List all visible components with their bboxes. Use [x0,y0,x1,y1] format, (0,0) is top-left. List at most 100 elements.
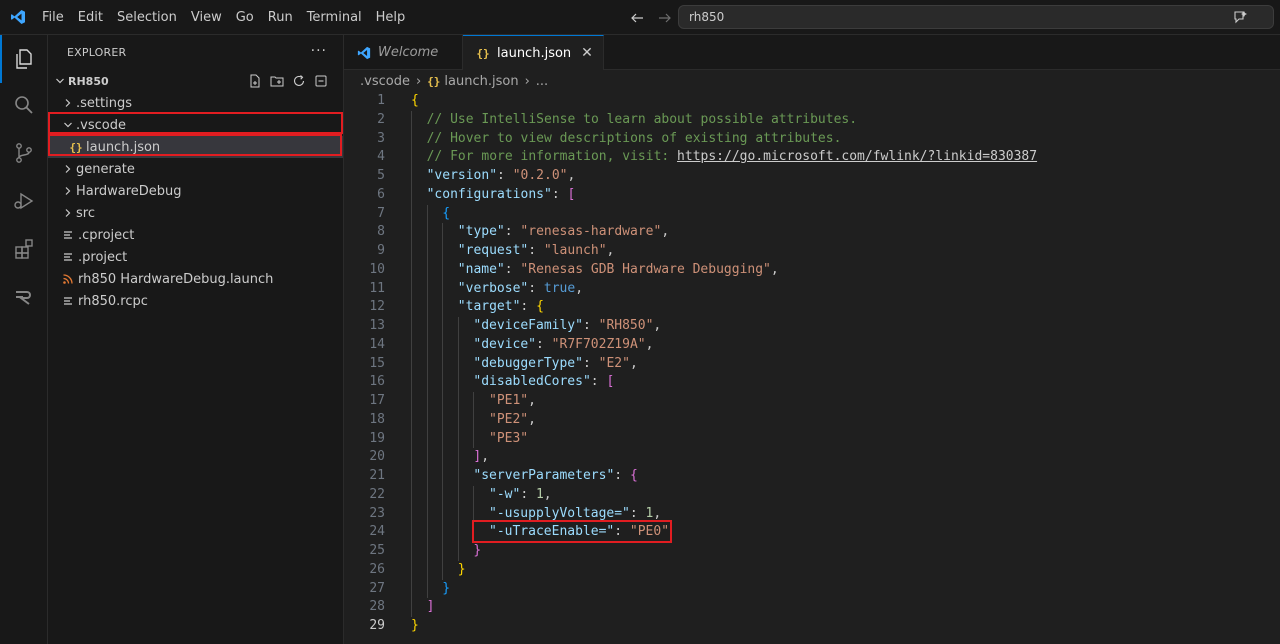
code-line[interactable]: 3 // Hover to view descriptions of existi… [344,129,1280,149]
indent-guide [457,373,459,392]
source-control-icon[interactable] [0,129,48,177]
explorer-sidebar: EXPLORER ··· RH850 .settings .vscode {} … [48,35,344,644]
tree-file-hardwaredebug-launch[interactable]: rh850 HardwareDebug.launch [48,268,343,290]
indent-guide [426,429,428,449]
menu-run[interactable]: Run [261,0,300,35]
code-line[interactable]: 10 "name": "Renesas GDB Hardware Debuggin… [344,260,1280,280]
tree-folder-generate[interactable]: generate [48,158,343,180]
menu-selection[interactable]: Selection [110,0,184,35]
code-line[interactable]: 21 "serverParameters": { [344,467,1280,486]
indent-guide [457,410,459,430]
indent-guide [442,354,444,374]
breadcrumb-item[interactable]: launch.json [444,74,518,89]
code-line[interactable]: 11 "verbose": true, [344,279,1280,299]
code-line[interactable]: 25} [344,542,1280,561]
new-folder-icon[interactable] [269,73,285,89]
code-line[interactable]: 15 "debuggerType": "E2", [344,354,1280,374]
indent-guide [426,542,428,561]
code-line[interactable]: 8 "type": "renesas-hardware", [344,223,1280,242]
code-line[interactable]: 24 "-uTraceEnable=": "PE0" [344,523,1280,542]
tree-folder-src[interactable]: src [48,202,343,224]
tree-file-launch-json[interactable]: {} launch.json [48,136,343,158]
code-line[interactable]: 18 "PE2", [344,410,1280,430]
code-line[interactable]: 5 "version": "0.2.0", [344,167,1280,186]
code-text: "type": "renesas-hardware", [457,224,670,240]
code-line[interactable]: 12 "target": { [344,298,1280,317]
forward-arrow-icon[interactable] [656,9,674,27]
chevron-right-icon [60,95,76,111]
tree-file-project[interactable]: .project [48,246,343,268]
tree-folder-vscode[interactable]: .vscode [48,114,343,136]
menu-file[interactable]: File [35,0,71,35]
tree-folder-settings[interactable]: .settings [48,92,343,114]
chevron-right-icon: › [524,73,530,89]
code-line[interactable]: 9 "request": "launch", [344,242,1280,261]
code-text: // Use IntelliSense to learn about possi… [426,111,858,127]
menu-go[interactable]: Go [229,0,261,35]
search-icon[interactable] [0,81,48,129]
tree-item-label: .project [78,249,128,265]
tree-item-label: .cproject [78,227,135,243]
vscode-logo-icon[interactable] [0,0,35,35]
code-line[interactable]: 7{ [344,204,1280,224]
code-line[interactable]: 16 "disabledCores": [ [344,373,1280,392]
indent-guide [411,317,412,336]
code-editor[interactable]: 1{2// Use IntelliSense to learn about po… [344,92,1280,636]
code-text: } [473,543,482,558]
close-icon[interactable]: ✕ [581,45,593,61]
chevron-down-icon [52,73,68,89]
code-line[interactable]: 26} [344,560,1280,580]
menu-edit[interactable]: Edit [71,0,110,35]
tab-label: Welcome [378,45,439,60]
code-line[interactable]: 1{ [344,92,1280,111]
code-line[interactable]: 14 "device": "R7F702Z19A", [344,335,1280,355]
menu-help[interactable]: Help [369,0,413,35]
code-line[interactable]: 2 // Use IntelliSense to learn about poss… [344,110,1280,130]
tree-root-rh850[interactable]: RH850 [48,70,343,92]
tree-file-rcpc[interactable]: rh850.rcpc [48,290,343,312]
indent-guide [426,392,428,411]
line-number: 4 [377,149,385,165]
refresh-icon[interactable] [291,73,307,89]
copilot-chat-icon[interactable] [1233,9,1249,25]
code-line[interactable]: 6 "configurations": [ [344,185,1280,205]
tab-welcome[interactable]: Welcome [344,35,463,70]
tree-item-label: rh850.rcpc [78,293,148,309]
indent-guide [426,317,428,336]
explorer-icon[interactable] [0,35,48,83]
new-file-icon[interactable] [247,73,263,89]
code-line[interactable]: 13 "deviceFamily": "RH850", [344,317,1280,336]
line-number: 18 [369,411,385,427]
run-debug-icon[interactable] [0,177,48,225]
more-actions-icon[interactable]: ··· [311,43,327,59]
menu-terminal[interactable]: Terminal [300,0,369,35]
code-line[interactable]: 23 "-usupplyVoltage=": 1, [344,504,1280,524]
indent-guide [442,373,444,392]
indent-guide [411,485,412,505]
back-arrow-icon[interactable] [628,9,646,27]
code-line[interactable]: 4 // For more information, visit: https:/… [344,148,1280,167]
collapse-all-icon[interactable] [313,73,329,89]
tree-folder-hardwaredebug[interactable]: HardwareDebug [48,180,343,202]
code-line[interactable]: 19 "PE3" [344,429,1280,449]
extensions-icon[interactable] [0,225,48,273]
code-line[interactable]: 17 "PE1", [344,392,1280,411]
code-line[interactable]: 29} [344,617,1280,636]
indent-guide [411,242,412,261]
renesas-icon[interactable] [0,273,48,321]
indent-guide [426,335,428,355]
code-line[interactable]: 28] [344,598,1280,617]
breadcrumb-item[interactable]: ... [536,74,548,89]
breadcrumb-item[interactable]: .vscode [360,74,410,89]
tab-launch-json[interactable]: {} launch.json ✕ [463,35,604,70]
line-number: 19 [369,430,385,446]
code-line[interactable]: 22 "-w": 1, [344,485,1280,505]
tree-file-cproject[interactable]: .cproject [48,224,343,246]
indent-guide [442,467,444,486]
title-bar: File Edit Selection View Go Run Terminal… [0,0,1280,35]
code-line[interactable]: 20], [344,448,1280,467]
menu-view[interactable]: View [184,0,229,35]
indent-guide [442,317,444,336]
code-line[interactable]: 27} [344,579,1280,599]
command-center-search[interactable]: rh850 [678,5,1274,29]
